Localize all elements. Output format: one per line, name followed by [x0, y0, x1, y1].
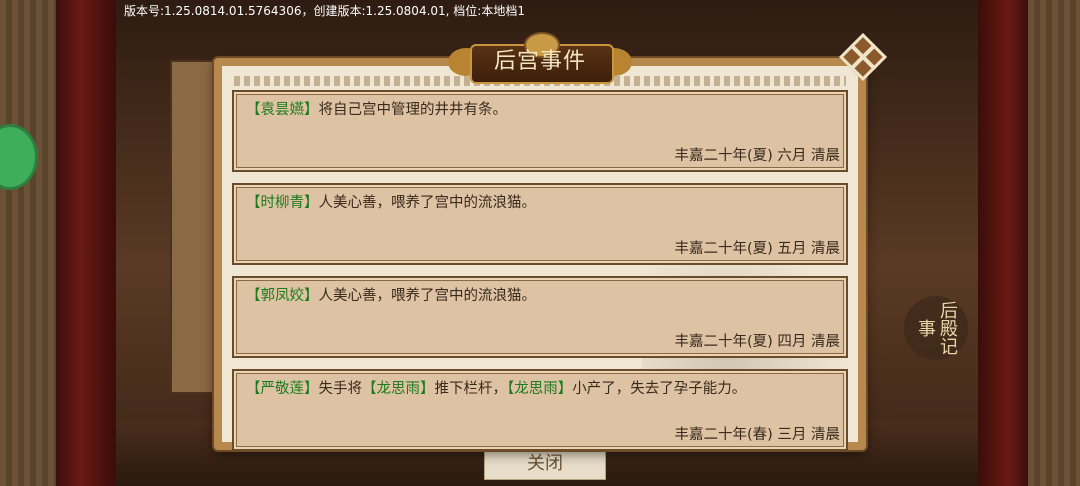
event-card: 【严敬莲】失手将【龙思雨】推下栏杆，【龙思雨】小产了，失去了孕子能力。 丰嘉二十年…	[232, 369, 848, 451]
event-card: 【郭凤姣】人美心善，喂养了宫中的流浪猫。丰嘉二十年(夏) 四月 清晨	[232, 276, 848, 358]
dialog-title-plaque: 后宫事件	[448, 32, 632, 84]
character-name: 【龙思雨】	[362, 381, 435, 397]
wood-frame-right	[1028, 0, 1080, 486]
character-name: 【严敬莲】	[246, 381, 319, 397]
dialog-title: 后宫事件	[493, 49, 586, 74]
character-name: 【郭凤姣】	[246, 288, 319, 304]
event-date: 丰嘉二十年(夏) 五月 清晨	[674, 241, 840, 257]
event-description: 【时柳青】人美心善，喂养了宫中的流浪猫。	[246, 191, 536, 212]
side-emblem[interactable]: 后殿记事	[904, 296, 968, 360]
event-date: 丰嘉二十年(夏) 六月 清晨	[674, 148, 840, 164]
event-description: 【袁昙嬿】将自己宫中管理的井井有条。	[246, 98, 507, 119]
event-list[interactable]: 【袁昙嬿】将自己宫中管理的井井有条。 丰嘉二十年(夏) 六月 清晨 【时柳青】人美心…	[232, 90, 848, 462]
event-description: 【郭凤姣】人美心善，喂养了宫中的流浪猫。	[246, 284, 536, 305]
event-text: 推下栏杆，	[434, 381, 508, 397]
curtain-left	[56, 0, 116, 486]
event-date: 丰嘉二十年(春) 三月 清晨	[674, 427, 840, 443]
event-text: 失手将	[318, 381, 363, 397]
event-text: 人美心善，喂养了宫中的流浪猫。	[318, 195, 537, 211]
character-name: 【龙思雨】	[507, 381, 573, 397]
event-card: 【时柳青】人美心善，喂养了宫中的流浪猫。丰嘉二十年(夏) 五月 清晨	[232, 183, 848, 265]
event-description: 【严敬莲】失手将【龙思雨】推下栏杆，【龙思雨】小产了，失去了孕子能力。	[246, 377, 746, 398]
event-date: 丰嘉二十年(夏) 四月 清晨	[674, 334, 840, 350]
version-info: 版本号:1.25.0814.01.5764306，创建版本:1.25.0804.…	[124, 4, 525, 18]
event-card: 【袁昙嬿】将自己宫中管理的井井有条。丰嘉二十年(夏) 六月 清晨	[232, 90, 848, 172]
event-text: 将自己宫中管理的井井有条。	[318, 102, 508, 118]
event-text: 人美心善，喂养了宫中的流浪猫。	[318, 288, 537, 304]
wood-frame-left	[0, 0, 56, 486]
curtain-right	[978, 0, 1028, 486]
character-name: 【时柳青】	[246, 195, 319, 211]
character-name: 【袁昙嬿】	[246, 102, 319, 118]
event-text: 小产了，失去了孕子能力。	[572, 381, 747, 397]
